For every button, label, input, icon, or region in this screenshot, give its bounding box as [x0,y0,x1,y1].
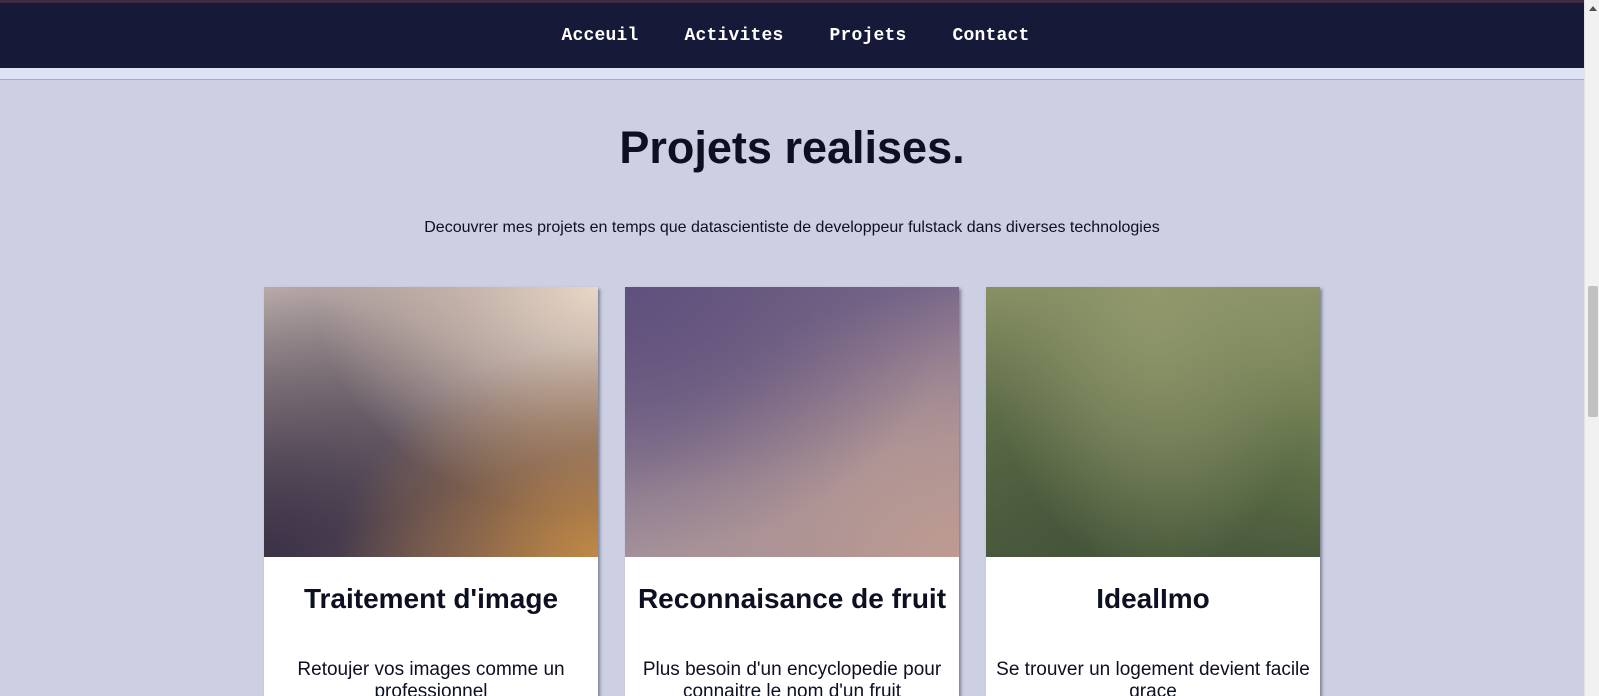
nav-link-activites[interactable]: Activites [684,26,783,46]
project-card-reconnaisance-fruit[interactable]: Reconnaisance de fruit Plus besoin d'un … [625,287,959,696]
project-image [625,287,959,557]
nav-divider [0,68,1584,80]
project-title: IdealImo [1096,583,1210,614]
section-title: Projets realises. [619,122,965,173]
project-title: Reconnaisance de fruit [637,583,947,614]
project-description: Plus besoin d'un encyclopedie pour conna… [642,659,942,696]
page: Acceuil Activites Projets Contact Projet… [0,0,1599,696]
scroll-up-icon[interactable] [1589,6,1597,11]
nav-link-contact[interactable]: Contact [953,26,1030,46]
navbar: Acceuil Activites Projets Contact [0,3,1584,68]
nav-link-acceuil[interactable]: Acceuil [561,26,638,46]
vertical-scrollbar[interactable] [1584,0,1599,696]
project-description: Retoujer vos images comme un professionn… [297,659,565,696]
project-title: Traitement d'image [303,583,559,614]
project-image [264,287,598,557]
project-description: Se trouver un logement devient facile gr… [996,659,1310,696]
section-subtitle: Decouvrer mes projets en temps que datas… [424,219,1160,236]
scrollbar-thumb[interactable] [1588,286,1598,417]
nav-link-projets[interactable]: Projets [830,26,907,46]
project-card-traitement-image[interactable]: Traitement d'image Retoujer vos images c… [264,287,598,696]
project-image [986,287,1320,557]
project-card-idealimo[interactable]: IdealImo Se trouver un logement devient … [986,287,1320,696]
